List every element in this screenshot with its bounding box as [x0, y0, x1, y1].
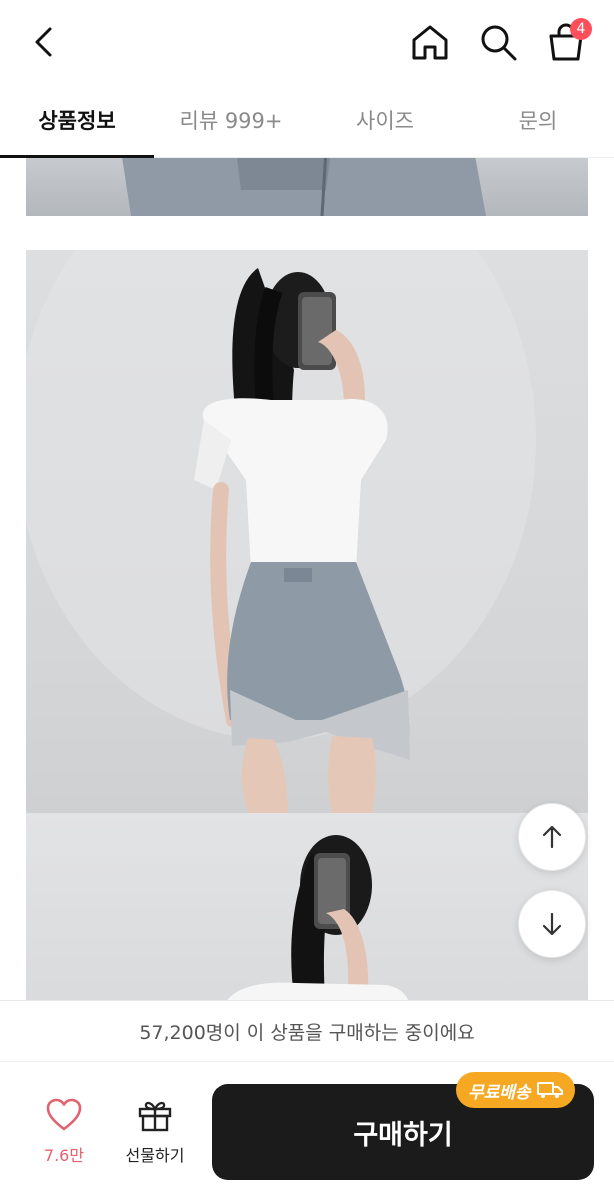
like-button[interactable]: 7.6만: [28, 1098, 100, 1168]
home-icon: [412, 25, 448, 60]
tab-inquiry[interactable]: 문의: [462, 82, 614, 158]
product-photo-second: [26, 813, 588, 1000]
gift-label: 선물하기: [125, 1146, 185, 1165]
truck-icon: [536, 1082, 563, 1098]
like-count: 7.6만: [43, 1146, 85, 1165]
product-detail-content[interactable]: [0, 158, 614, 1000]
buy-label: 구매하기: [353, 1119, 453, 1151]
home-button[interactable]: [402, 14, 458, 70]
arrow-down-icon: [542, 912, 562, 936]
arrow-up-icon: [542, 825, 562, 849]
free-shipping-badge: 무료배송: [456, 1072, 575, 1108]
scroll-to-bottom-button[interactable]: [518, 890, 586, 958]
back-button[interactable]: [16, 14, 72, 70]
notice-text: 57,200명이 이 상품을 구매하는 중이에요: [139, 1021, 475, 1044]
product-tabs: 상품정보 리뷰 999+ 사이즈 문의: [0, 82, 614, 158]
top-app-bar: 4: [0, 0, 614, 82]
gift-button[interactable]: 선물하기: [112, 1098, 198, 1168]
purchase-activity-notice: 57,200명이 이 상품을 구매하는 중이에요: [0, 1000, 614, 1062]
tab-label: 리뷰 999+: [179, 109, 283, 133]
chevron-left-icon: [35, 27, 52, 57]
gift-icon: [138, 1101, 172, 1132]
free-shipping-label: 무료배송: [468, 1082, 531, 1103]
tab-product-info[interactable]: 상품정보: [0, 82, 154, 158]
product-photo-main: [26, 250, 588, 813]
bottom-action-bar: 7.6만 선물하기 구매하기 무료배송: [0, 1062, 614, 1200]
cart-button[interactable]: 4: [538, 14, 594, 70]
tab-label: 상품정보: [38, 109, 116, 133]
search-icon: [481, 25, 517, 61]
tab-size[interactable]: 사이즈: [308, 82, 462, 158]
product-photo-top-crop: [26, 158, 588, 216]
tab-label: 사이즈: [356, 109, 414, 133]
cart-count-badge: 4: [570, 18, 592, 40]
tab-reviews[interactable]: 리뷰 999+: [154, 82, 308, 158]
heart-icon: [46, 1098, 82, 1131]
scroll-to-top-button[interactable]: [518, 803, 586, 871]
search-button[interactable]: [470, 14, 526, 70]
tab-label: 문의: [518, 109, 558, 133]
